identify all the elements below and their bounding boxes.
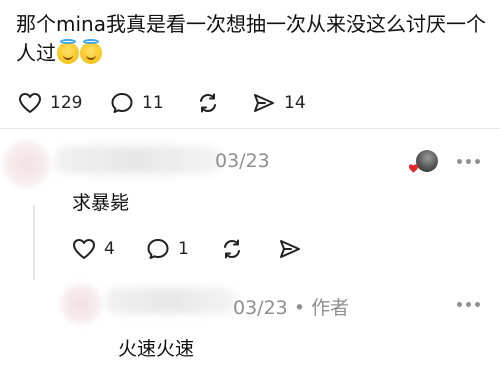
post-text: 那个mina我真是看一次想抽一次从来没这么讨厌一个人过 [16, 10, 486, 68]
more-options-icon[interactable] [457, 302, 480, 307]
username-redacted [105, 288, 235, 314]
comment-repost-button[interactable] [220, 238, 244, 260]
more-options-icon[interactable] [457, 159, 480, 164]
send-icon [280, 240, 300, 258]
liked-by-author-badge [408, 150, 438, 176]
reply-meta: 03/23 • 作者 [233, 293, 349, 320]
comment-like-button[interactable]: 4 [72, 238, 115, 260]
share-count: 14 [284, 93, 306, 113]
comment-bubble-icon [147, 239, 169, 259]
author-tag: 作者 [311, 297, 350, 319]
halo-emoji-icon [80, 39, 102, 64]
like-count: 129 [50, 93, 83, 113]
send-icon [254, 94, 274, 112]
comment-like-count: 4 [104, 239, 115, 259]
reply-timestamp: 03/23 [233, 297, 288, 319]
avatar[interactable] [60, 283, 102, 325]
comment-bubble-icon [111, 93, 133, 113]
comment-text: 求暴毙 [72, 192, 130, 214]
comment-timestamp: 03/23 [215, 150, 270, 172]
comment-reply-count: 1 [178, 239, 189, 259]
share-button[interactable]: 14 [252, 92, 306, 114]
comment-count: 11 [142, 93, 164, 113]
comment-button[interactable]: 11 [110, 92, 164, 114]
section-divider [0, 128, 500, 129]
like-button[interactable]: 129 [18, 92, 82, 114]
reply-text: 火速火速 [118, 338, 195, 360]
comment-reply-button[interactable]: 1 [146, 238, 189, 260]
comment-share-button[interactable] [278, 238, 302, 260]
repost-icon [224, 239, 240, 259]
username-redacted [55, 146, 220, 174]
heart-icon [19, 93, 41, 113]
avatar[interactable] [2, 140, 50, 188]
halo-emoji-icon [57, 39, 79, 64]
heart-icon [73, 239, 95, 259]
heart-icon [408, 164, 419, 173]
meta-separator: • [293, 297, 306, 319]
thread-line [33, 205, 35, 280]
author-avatar [416, 150, 438, 172]
repost-icon [200, 93, 216, 113]
repost-button[interactable] [196, 92, 220, 114]
